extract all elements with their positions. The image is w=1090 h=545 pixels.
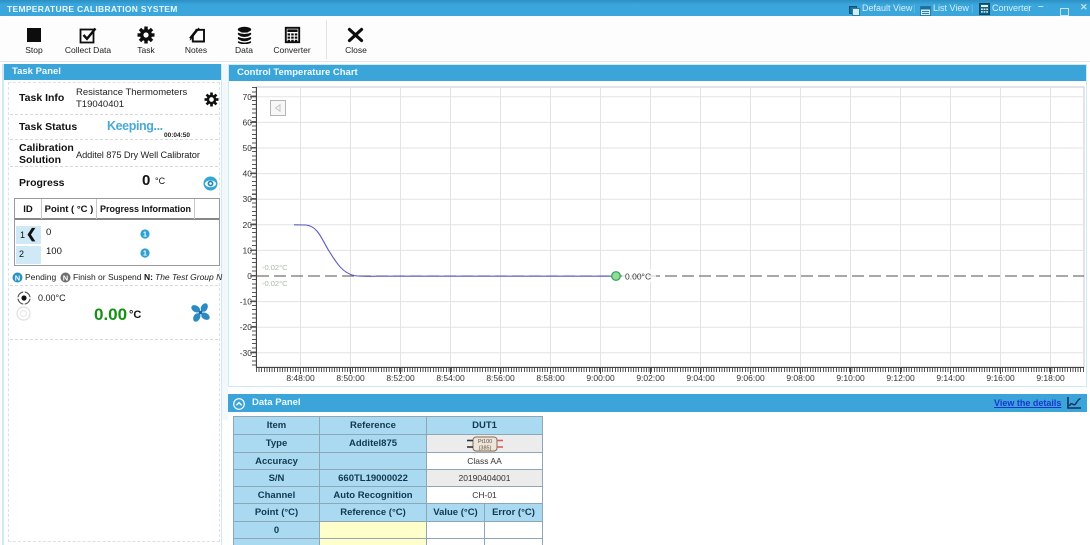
svg-text:Pt100: Pt100 <box>477 439 491 445</box>
svg-text:8:48:00: 8:48:00 <box>286 373 315 383</box>
svg-text:N: N <box>15 273 20 282</box>
svg-text:9:08:00: 9:08:00 <box>786 373 815 383</box>
svg-text:8:52:00: 8:52:00 <box>386 373 415 383</box>
svg-text:-0.02°C: -0.02°C <box>262 279 288 288</box>
svg-text:-0.02°C: -0.02°C <box>262 263 288 272</box>
svg-text:9:14:00: 9:14:00 <box>936 373 965 383</box>
svg-text:8:50:00: 8:50:00 <box>336 373 365 383</box>
svg-text:N: N <box>63 273 68 282</box>
svg-text:8:58:00: 8:58:00 <box>536 373 565 383</box>
svg-text:8:56:00: 8:56:00 <box>486 373 515 383</box>
svg-text:9:18:00: 9:18:00 <box>1036 373 1065 383</box>
svg-text:0.00°C: 0.00°C <box>625 272 651 282</box>
svg-text:8:54:00: 8:54:00 <box>436 373 465 383</box>
svg-text:(385): (385) <box>478 445 491 451</box>
svg-text:9:16:00: 9:16:00 <box>986 373 1015 383</box>
svg-text:9:00:00: 9:00:00 <box>586 373 615 383</box>
svg-text:9:06:00: 9:06:00 <box>736 373 765 383</box>
svg-text:1: 1 <box>143 232 147 239</box>
svg-text:9:04:00: 9:04:00 <box>686 373 715 383</box>
svg-text:9:02:00: 9:02:00 <box>636 373 665 383</box>
svg-text:1: 1 <box>143 251 147 258</box>
svg-text:9:10:00: 9:10:00 <box>836 373 865 383</box>
svg-text:9:12:00: 9:12:00 <box>886 373 915 383</box>
